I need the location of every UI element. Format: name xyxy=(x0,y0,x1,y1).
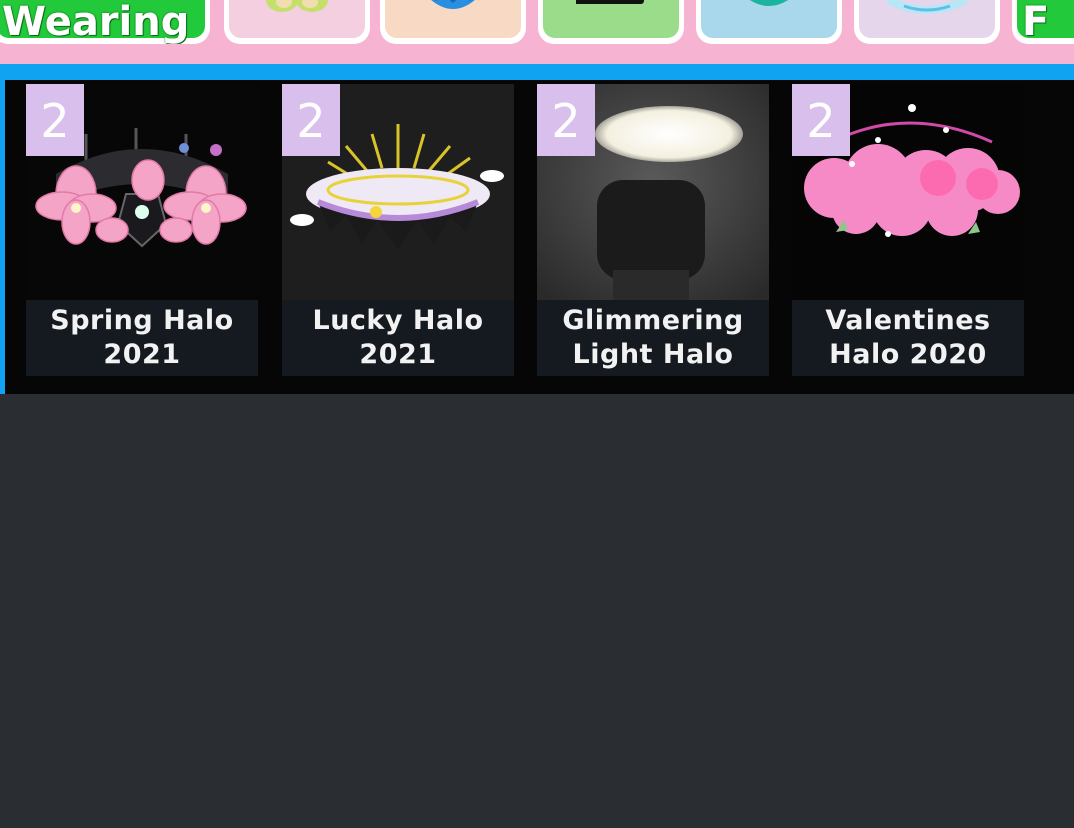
item-card[interactable]: 2 Lucky Halo 2021 xyxy=(282,84,514,376)
hair-icon xyxy=(750,0,788,6)
tab-crown[interactable] xyxy=(854,0,1000,44)
panel-top-border xyxy=(0,64,1074,80)
item-name: Spring Halo 2021 xyxy=(26,300,258,376)
tab-next-category[interactable]: F xyxy=(1012,0,1074,44)
item-count-badge: 2 xyxy=(282,84,340,156)
item-card[interactable]: 2 Glimmering Light Halo xyxy=(537,84,769,376)
item-count-badge: 2 xyxy=(792,84,850,156)
tab-wings[interactable] xyxy=(224,0,370,44)
tab-wearing-label: Wearing xyxy=(2,0,190,44)
empty-inventory-area xyxy=(0,394,1074,828)
shell-icon xyxy=(431,0,475,9)
item-card[interactable]: 2 Spring Halo 2021 xyxy=(26,84,258,376)
item-name: Lucky Halo 2021 xyxy=(282,300,514,376)
item-name: Glimmering Light Halo xyxy=(537,300,769,376)
item-name: Valentines Halo 2020 xyxy=(792,300,1024,376)
category-tab-bar: Wearing F xyxy=(0,0,1074,64)
crown-icon xyxy=(886,0,968,14)
item-card[interactable]: 2 Valentines Halo 2020 xyxy=(792,84,1024,376)
tab-shell[interactable] xyxy=(380,0,526,44)
tab-hat[interactable] xyxy=(538,0,684,44)
item-count-badge: 2 xyxy=(26,84,84,156)
item-count-badge: 2 xyxy=(537,84,595,156)
tab-hair[interactable] xyxy=(696,0,842,44)
wings-icon xyxy=(266,0,328,12)
hat-icon xyxy=(576,0,644,4)
tab-wearing[interactable]: Wearing xyxy=(0,0,210,44)
tab-next-label: F xyxy=(1022,0,1050,44)
